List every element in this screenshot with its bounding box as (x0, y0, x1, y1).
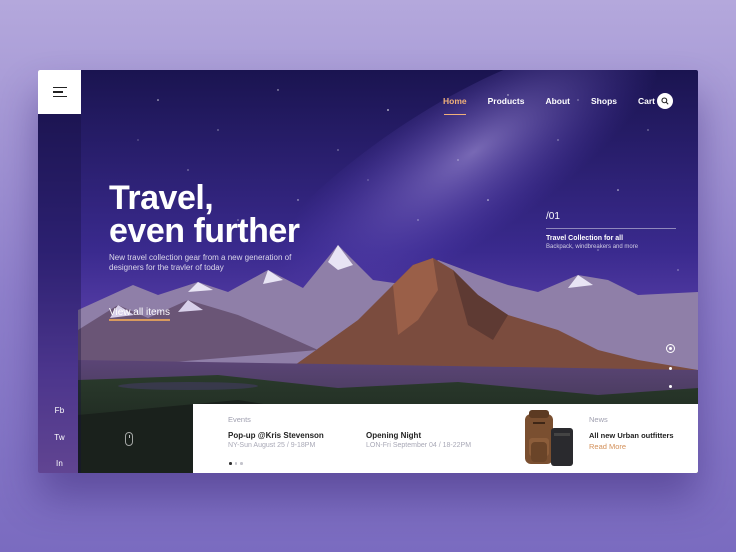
social-link-twitter[interactable]: Tw (38, 433, 81, 442)
event-date: NY-Sun August 25 / 9-18PM (228, 442, 316, 449)
slide-indicator-2[interactable] (669, 367, 672, 370)
view-all-items-link[interactable]: View all items (109, 307, 170, 321)
read-more-link[interactable]: Read More (589, 442, 626, 451)
event-date: LON-Fri September 04 / 18-22PM (366, 442, 472, 449)
search-icon (661, 97, 669, 105)
news-label: News (589, 415, 608, 424)
search-button[interactable] (657, 93, 673, 109)
events-label: Events (228, 415, 251, 424)
hero-title: Travel, even further (109, 179, 300, 250)
pagination-dot[interactable] (229, 462, 232, 465)
pagination-dot[interactable] (240, 462, 243, 465)
nav-about[interactable]: About (545, 96, 570, 106)
slide-divider (546, 228, 676, 229)
social-sidebar (38, 114, 81, 473)
event-title[interactable]: Opening Night (366, 431, 421, 440)
backpack-product-image (525, 410, 573, 466)
hamburger-menu-icon (52, 84, 67, 101)
main-nav: Home Products About Shops Cart (443, 96, 676, 115)
slide-indicator-3[interactable] (669, 385, 672, 388)
slide-title: Travel Collection for all (546, 235, 624, 242)
pagination-dot[interactable] (234, 462, 237, 465)
menu-button[interactable] (38, 70, 81, 114)
events-pagination (229, 462, 246, 465)
slide-number: /01 (546, 211, 560, 222)
news-title[interactable]: All new Urban outfitters (589, 431, 674, 440)
slide-indicator-active[interactable] (666, 344, 675, 353)
hero-title-line2: even further (109, 212, 300, 250)
nav-home[interactable]: Home (443, 96, 467, 115)
social-link-instagram[interactable]: In (38, 459, 81, 468)
event-title[interactable]: Pop-up @Kris Stevenson (228, 431, 324, 440)
hero-title-line1: Travel, (109, 179, 214, 217)
scroll-mouse-icon (125, 432, 133, 446)
hero-subtitle: New travel collection gear from a new ge… (109, 253, 292, 272)
nav-products[interactable]: Products (488, 96, 525, 106)
nav-shops[interactable]: Shops (591, 96, 617, 106)
landing-page-window: Fb Tw In Home Products About Shops Cart … (38, 70, 698, 473)
events-news-panel: Events Pop-up @Kris Stevenson NY-Sun Aug… (193, 404, 698, 473)
social-link-facebook[interactable]: Fb (38, 406, 81, 415)
nav-cart[interactable]: Cart (638, 96, 655, 106)
slide-subtitle: Backpack, windbreakers and more (546, 244, 639, 250)
slide-indicator-dot (669, 347, 672, 350)
